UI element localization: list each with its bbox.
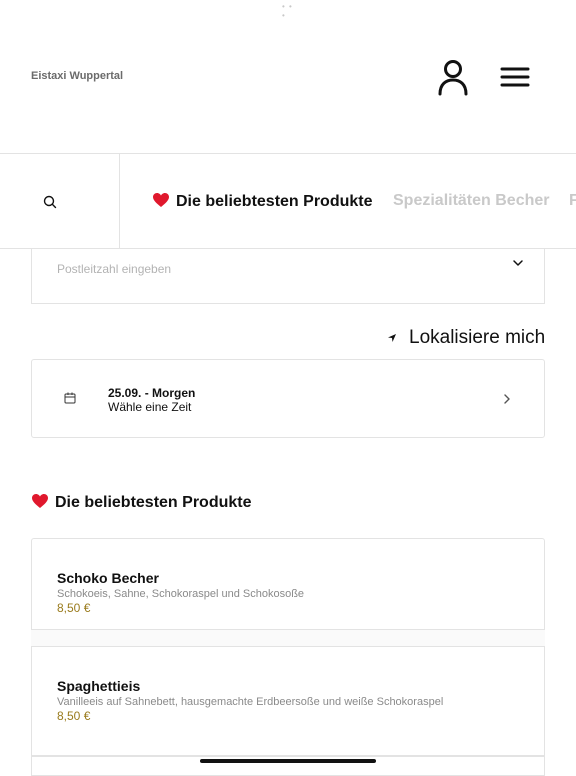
tab-next-category[interactable]: F xyxy=(569,192,576,210)
category-bar: Die beliebtesten Produkte Spezialitäten … xyxy=(0,153,576,249)
tab-label: Die beliebtesten Produkte xyxy=(176,193,373,210)
chevron-right-icon xyxy=(504,394,510,404)
product-price: 8,50 € xyxy=(57,709,91,723)
card-separator xyxy=(31,630,545,646)
hamburger-menu-icon[interactable] xyxy=(500,66,530,88)
delivery-date: 25.09. - Morgen xyxy=(108,386,196,400)
product-description: Schokoeis, Sahne, Schokoraspel und Schok… xyxy=(57,588,305,600)
tab-beliebteste-produkte[interactable]: Die beliebtesten Produkte xyxy=(152,192,373,211)
product-description: Vanilleeis auf Sahnebett, hausgemachte E… xyxy=(57,696,444,708)
delivery-time-selector[interactable]: 25.09. - Morgen Wähle eine Zeit xyxy=(31,359,545,438)
product-card[interactable]: Spaghettieis Vanilleeis auf Sahnebett, h… xyxy=(31,646,545,756)
localize-label: Lokalisiere mich xyxy=(409,327,546,348)
heart-icon xyxy=(32,494,48,508)
search-button[interactable] xyxy=(0,154,120,248)
delivery-time-prompt: Wähle eine Zeit xyxy=(108,400,192,414)
chevron-down-icon[interactable] xyxy=(512,258,524,268)
localize-button[interactable]: Lokalisiere mich xyxy=(386,327,546,349)
product-name: Spaghettieis xyxy=(57,678,141,694)
product-price: 8,50 € xyxy=(57,601,91,615)
drag-handle-dots: • • • xyxy=(282,2,293,20)
tab-spezialitaeten-becher[interactable]: Spezialitäten Becher xyxy=(393,192,550,210)
product-name: Schoko Becher xyxy=(57,570,159,586)
home-indicator xyxy=(200,759,376,763)
search-icon xyxy=(43,195,57,209)
shop-name: Eistaxi Wuppertal xyxy=(31,70,124,82)
calendar-icon xyxy=(64,392,76,404)
postcode-placeholder: Postleitzahl eingeben xyxy=(57,262,172,276)
heart-icon xyxy=(153,193,169,207)
location-arrow-icon xyxy=(388,334,396,342)
product-card[interactable]: Schoko Becher Schokoeis, Sahne, Schokora… xyxy=(31,538,545,630)
postcode-field[interactable]: Postleitzahl eingeben xyxy=(31,248,545,304)
section-title: Die beliebtesten Produkte xyxy=(31,493,252,512)
section-title-text: Die beliebtesten Produkte xyxy=(55,494,252,511)
user-icon[interactable] xyxy=(436,58,470,96)
